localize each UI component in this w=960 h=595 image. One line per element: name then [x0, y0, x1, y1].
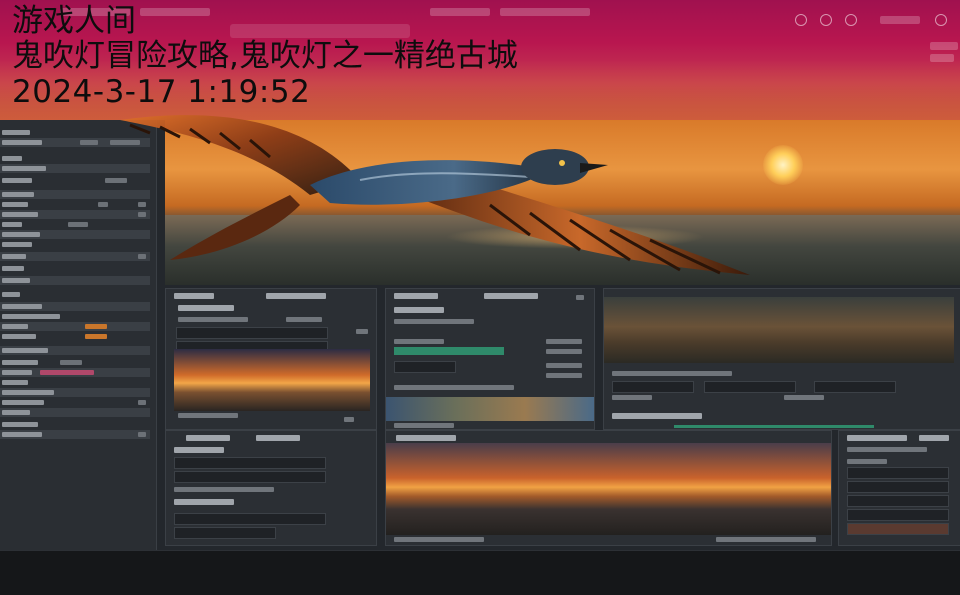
headline: 鬼吹灯冒险攻略,鬼吹灯之一精绝古城: [12, 38, 518, 74]
window-menu[interactable]: [880, 16, 920, 24]
preview-slot[interactable]: [814, 381, 896, 393]
property-slot[interactable]: [174, 457, 326, 469]
sidebar-item[interactable]: [0, 290, 150, 299]
adjust-slot[interactable]: [847, 509, 949, 521]
sidebar-item[interactable]: [0, 358, 150, 367]
layer-slot[interactable]: [176, 327, 328, 339]
address-bar[interactable]: [230, 24, 410, 38]
main-canvas-image[interactable]: [386, 443, 831, 535]
sidebar-item[interactable]: [0, 388, 150, 397]
sidebar-item[interactable]: [0, 332, 150, 341]
sidebar-item[interactable]: [0, 430, 150, 439]
sidebar-item[interactable]: [0, 346, 150, 355]
preview-slot[interactable]: [612, 381, 694, 393]
bottom-dock: [0, 550, 960, 595]
tab-strip-item[interactable]: [930, 42, 958, 50]
value-slot[interactable]: [394, 361, 456, 373]
layer-thumbnail[interactable]: [174, 349, 370, 411]
property-slot[interactable]: [174, 471, 326, 483]
panel-properties: [165, 430, 377, 546]
sidebar-item[interactable]: [0, 378, 150, 387]
panel-main-canvas: [385, 430, 832, 546]
timestamp: 2024-3-17 1:19:52: [12, 74, 311, 110]
tab-strip-item[interactable]: [140, 8, 210, 16]
tab-strip-item[interactable]: [430, 8, 490, 16]
preview-slot[interactable]: [704, 381, 796, 393]
close-icon[interactable]: [935, 14, 947, 26]
sidebar-item[interactable]: [0, 408, 150, 417]
sidebar-item[interactable]: [0, 302, 150, 311]
sidebar-item[interactable]: [0, 368, 150, 377]
property-slot[interactable]: [174, 513, 326, 525]
site-name: 游戏人间: [12, 3, 136, 39]
settings-icon[interactable]: [795, 14, 807, 26]
adjust-slot[interactable]: [847, 467, 949, 479]
sidebar-item[interactable]: [0, 420, 150, 429]
panel-preview: [603, 288, 960, 430]
bird-icon: [120, 115, 750, 275]
panel-layers: [165, 288, 377, 430]
screenshot-stage: 游戏人间 鬼吹灯冒险攻略,鬼吹灯之一精绝古城 2024-3-17 1:19:52: [0, 0, 960, 595]
preview-image[interactable]: [604, 297, 954, 363]
panel-histogram: [385, 288, 595, 430]
progress-bar: [674, 425, 874, 428]
panel-adjustments: [838, 430, 960, 546]
tab-strip-item[interactable]: [500, 8, 590, 16]
sidebar-item[interactable]: [0, 312, 150, 321]
adjust-slot[interactable]: [847, 481, 949, 493]
sidebar-item[interactable]: [0, 398, 150, 407]
minimize-icon[interactable]: [820, 14, 832, 26]
tone-strip: [386, 397, 594, 421]
sidebar-item[interactable]: [0, 322, 150, 331]
property-slot[interactable]: [174, 527, 276, 539]
tab-strip-item[interactable]: [930, 54, 954, 62]
maximize-icon[interactable]: [845, 14, 857, 26]
adjust-slot[interactable]: [847, 523, 949, 535]
adjust-slot[interactable]: [847, 495, 949, 507]
histogram-bar: [394, 347, 504, 355]
